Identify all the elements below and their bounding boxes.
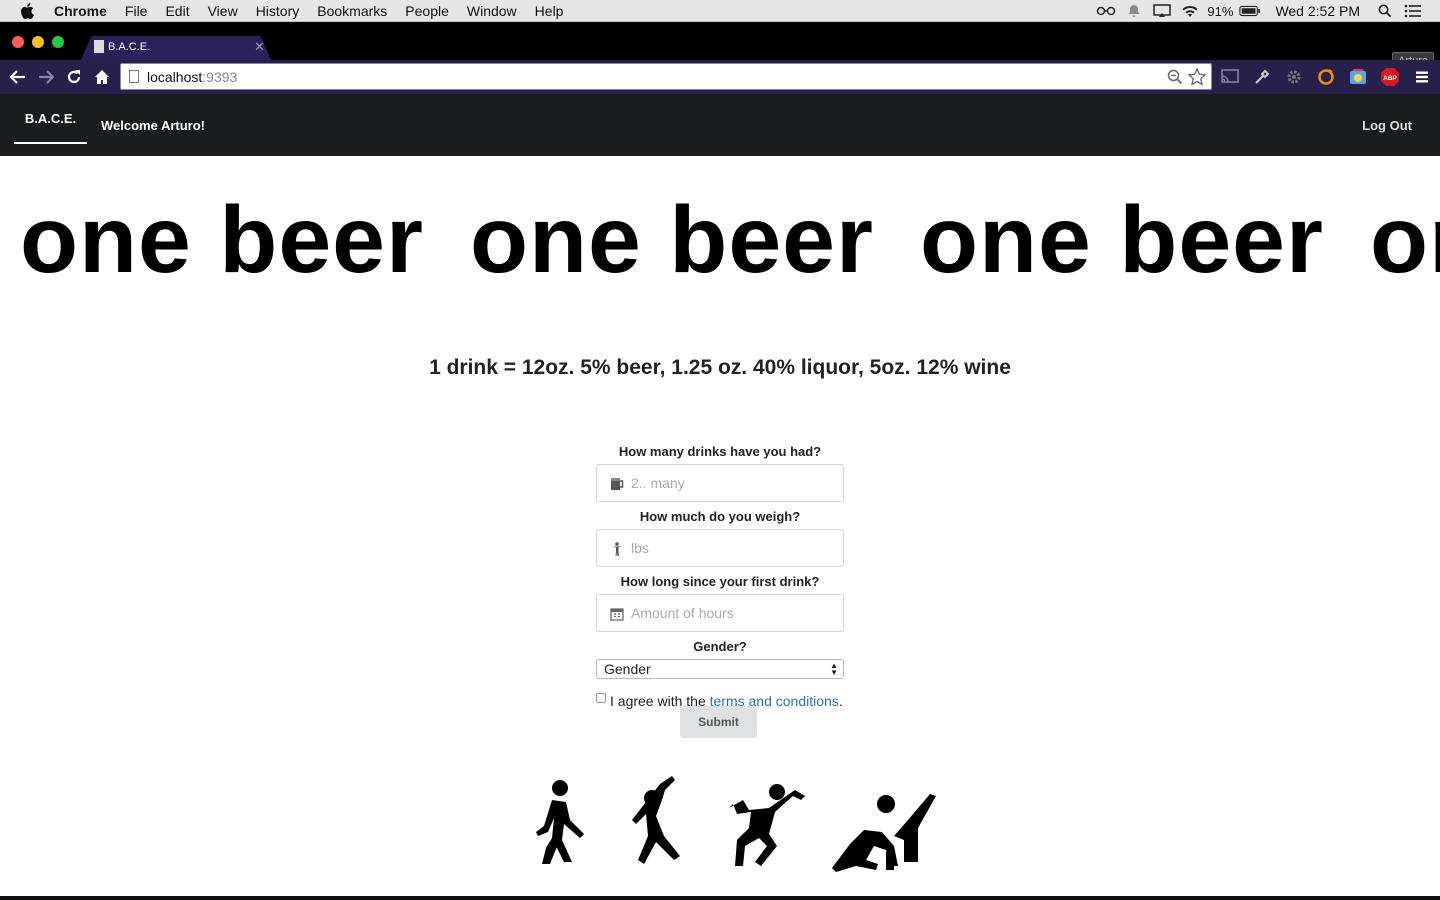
glasses-icon[interactable] xyxy=(1095,0,1117,22)
marquee-banner: one beer one beer one beer one beer xyxy=(0,180,1440,300)
drinks-label: How many drinks have you had? xyxy=(618,444,822,459)
menu-app-name[interactable]: Chrome xyxy=(54,0,107,22)
drinks-field xyxy=(596,464,844,502)
drinks-input[interactable] xyxy=(631,465,831,501)
drink-definition-heading: 1 drink = 12oz. 5% beer, 1.25 oz. 40% li… xyxy=(429,356,1011,379)
url-host: localhost xyxy=(147,69,203,85)
tab-close-icon[interactable]: ✕ xyxy=(254,39,265,55)
back-arrow-icon[interactable] xyxy=(8,67,28,87)
weight-label: How much do you weigh? xyxy=(639,509,801,524)
cast-icon[interactable] xyxy=(1220,67,1240,87)
walking-figure-icon xyxy=(536,780,584,864)
url-port: :9393 xyxy=(202,69,238,85)
hours-input[interactable] xyxy=(631,595,831,631)
menu-people[interactable]: People xyxy=(405,0,449,22)
menu-file[interactable]: File xyxy=(125,0,148,22)
terms-checkbox[interactable] xyxy=(596,693,606,703)
gender-label: Gender? xyxy=(693,639,747,654)
airplay-icon[interactable] xyxy=(1151,0,1173,22)
select-arrows-icon: ▲ ▼ xyxy=(830,661,838,677)
notification-center-icon[interactable] xyxy=(1402,0,1424,22)
eyedropper-icon[interactable] xyxy=(1252,67,1272,87)
menu-help[interactable]: Help xyxy=(535,0,564,22)
calendar-icon xyxy=(609,606,625,622)
page-favicon-icon xyxy=(94,40,104,53)
menu-edit[interactable]: Edit xyxy=(165,0,189,22)
gender-select[interactable]: Gender ▲ ▼ xyxy=(596,659,844,679)
menu-clock[interactable]: Wed 2:52 PM xyxy=(1275,3,1360,19)
marquee-text: one beer xyxy=(1370,187,1440,293)
menu-view[interactable]: View xyxy=(208,0,238,22)
marquee-text: one beer xyxy=(920,187,1324,293)
marquee-text: one beer xyxy=(470,187,874,293)
colorful-extension-icon[interactable] xyxy=(1348,67,1368,87)
menu-window[interactable]: Window xyxy=(467,0,517,22)
address-bar[interactable]: localhost:9393 xyxy=(120,63,1212,90)
bookmark-star-icon[interactable] xyxy=(1187,67,1207,92)
url-text[interactable]: localhost:9393 xyxy=(147,69,237,85)
passed-out-figure-icon xyxy=(832,794,936,872)
beer-mug-icon xyxy=(609,476,625,492)
drunk-stages-illustration xyxy=(510,770,950,890)
svg-text:ABP: ABP xyxy=(1383,75,1397,82)
browser-tab-strip: B.A.C.E. ✕ Arturo xyxy=(0,22,1440,76)
menu-history[interactable]: History xyxy=(256,0,300,22)
apple-icon[interactable] xyxy=(20,0,38,22)
adblock-plus-icon[interactable]: ABP xyxy=(1380,67,1400,87)
window-close-button[interactable] xyxy=(12,36,24,48)
hours-field xyxy=(596,594,844,632)
orange-ring-extension-icon[interactable] xyxy=(1316,67,1336,87)
wifi-icon[interactable] xyxy=(1179,0,1201,22)
notification-bell-icon[interactable] xyxy=(1123,0,1145,22)
bac-form: How many drinks have you had? How much d… xyxy=(596,442,844,738)
window-zoom-button[interactable] xyxy=(52,36,64,48)
os-menu-bar: Chrome File Edit View History Bookmarks … xyxy=(0,0,1440,22)
gender-select-value: Gender xyxy=(604,661,651,677)
drinking-figure-icon xyxy=(632,776,680,864)
marquee-text: one beer xyxy=(20,187,424,293)
window-minimize-button[interactable] xyxy=(32,36,44,48)
spotlight-search-icon[interactable] xyxy=(1374,0,1396,22)
hours-label: How long since your first drink? xyxy=(620,574,820,589)
reload-icon[interactable] xyxy=(64,67,84,87)
dancing-figure-icon xyxy=(725,784,805,866)
zoom-icon[interactable] xyxy=(1167,69,1183,90)
browser-tab-title[interactable]: B.A.C.E. xyxy=(108,41,150,53)
submit-button[interactable]: Submit xyxy=(680,706,757,738)
logout-link[interactable]: Log Out xyxy=(1362,94,1412,158)
app-navbar: B.A.C.E. Welcome Arturo! Log Out xyxy=(0,94,1440,156)
page-info-icon[interactable] xyxy=(129,70,139,83)
nav-welcome-text[interactable]: Welcome Arturo! xyxy=(101,94,205,158)
terms-suffix: . xyxy=(838,693,843,709)
browser-toolbar: localhost:9393 ABP xyxy=(0,60,1440,94)
home-icon[interactable] xyxy=(92,67,112,87)
battery-icon[interactable] xyxy=(1239,0,1261,22)
gear-icon[interactable] xyxy=(1284,67,1304,87)
forward-arrow-icon[interactable] xyxy=(36,67,56,87)
menu-bookmarks[interactable]: Bookmarks xyxy=(317,0,387,22)
window-bottom-edge xyxy=(0,896,1440,900)
battery-percent: 91% xyxy=(1207,3,1234,19)
chrome-menu-icon[interactable] xyxy=(1412,67,1432,87)
person-icon xyxy=(609,541,625,557)
weight-field xyxy=(596,529,844,567)
weight-input[interactable] xyxy=(631,530,831,566)
nav-brand-link[interactable]: B.A.C.E. xyxy=(14,94,87,144)
